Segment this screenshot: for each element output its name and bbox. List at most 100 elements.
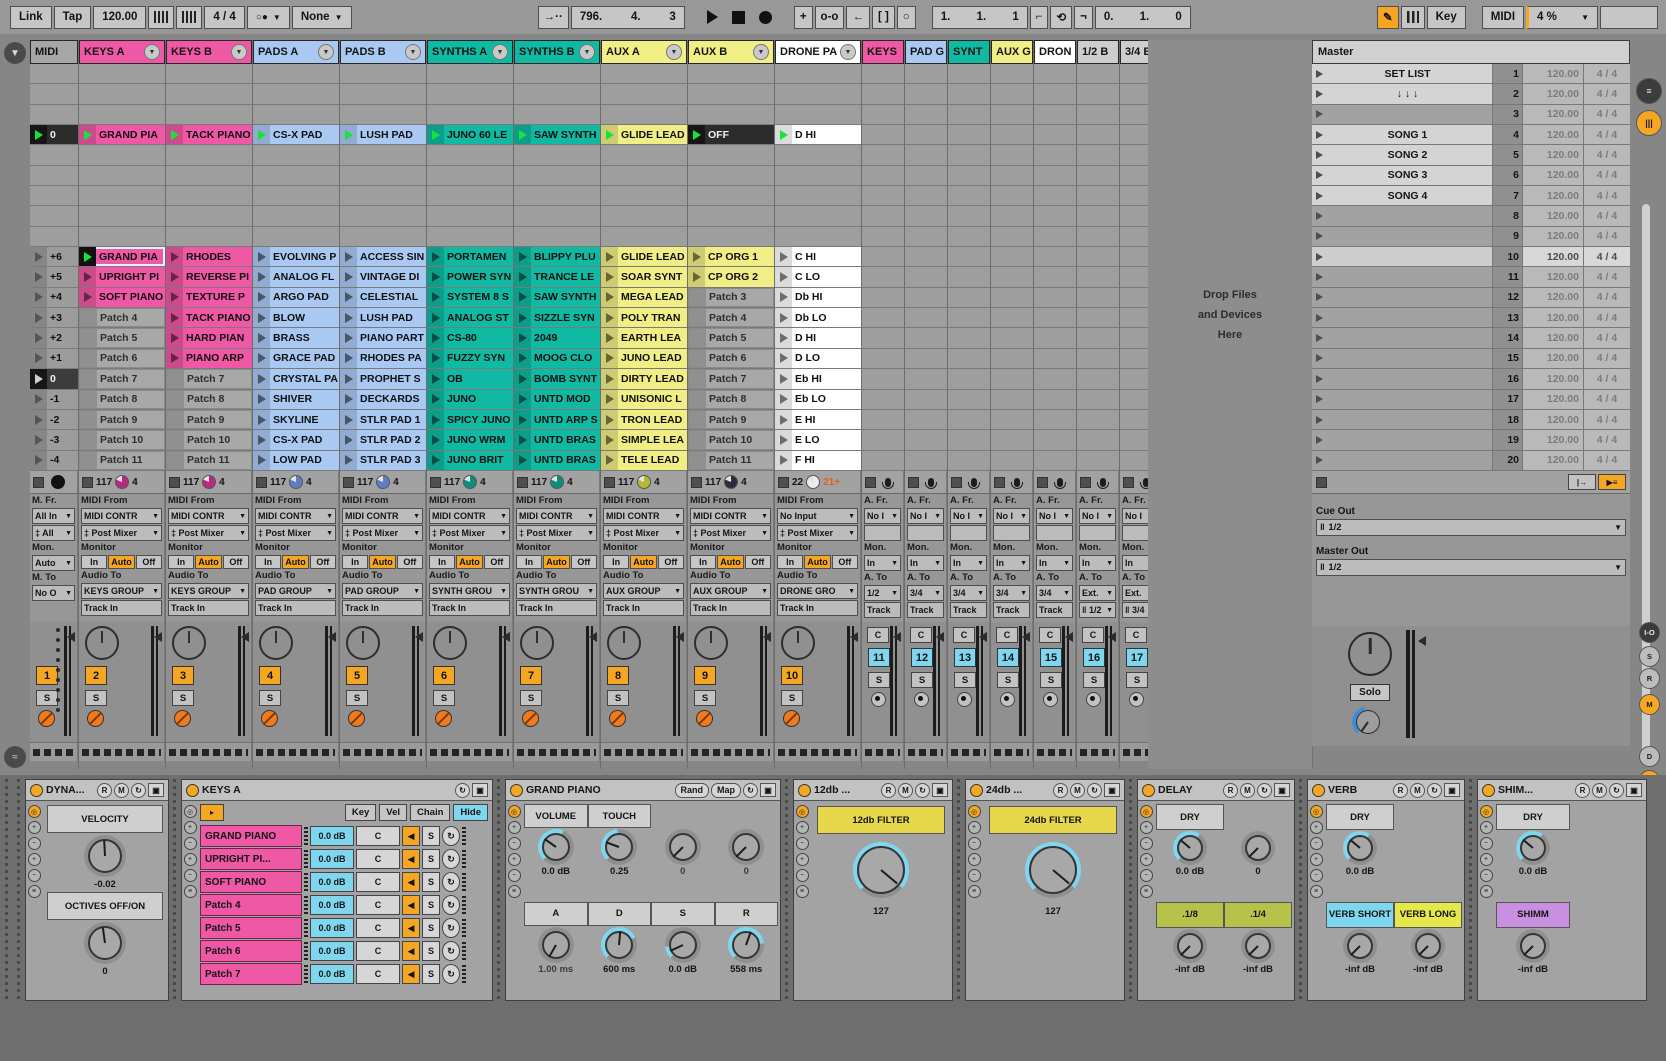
back-to-arrangement-icon[interactable]: ← — [846, 6, 870, 29]
chain-speaker-icon[interactable]: ◀ — [402, 872, 420, 892]
volume-fader[interactable] — [496, 626, 508, 736]
clip[interactable]: CP ORG 1 — [688, 247, 774, 266]
scene-follow-box[interactable]: ▶≡ — [1598, 474, 1626, 490]
clip[interactable]: CS-X PAD — [253, 430, 339, 449]
io-chooser[interactable]: Track — [993, 602, 1030, 618]
time-signature-field[interactable]: 4 / 4 — [204, 6, 244, 29]
empty-clip-slot[interactable] — [862, 390, 904, 409]
clip[interactable]: REVERSE PI — [166, 267, 252, 286]
clip-launch-button[interactable] — [167, 411, 184, 428]
clip-launch-button[interactable] — [689, 411, 706, 428]
save-preset-icon[interactable]: ▣ — [932, 783, 948, 797]
chain-hotswap-icon[interactable]: ↻ — [442, 895, 460, 915]
stop-button[interactable] — [726, 6, 751, 29]
scene-tempo[interactable]: 120.00 — [1523, 349, 1584, 368]
rail-icon-5[interactable]: ≡ — [28, 885, 41, 898]
clip-launch-button[interactable] — [688, 267, 705, 286]
empty-clip-slot[interactable] — [948, 186, 990, 205]
io-chooser[interactable]: No O▼ — [32, 585, 75, 601]
empty-clip-slot[interactable] — [948, 145, 990, 164]
solo-button[interactable]: S — [259, 690, 281, 706]
clip-launch-button[interactable] — [427, 369, 444, 388]
device-knob[interactable] — [84, 922, 126, 964]
chain-row[interactable]: GRAND PIANO0.0 dBC◀S↻ — [200, 825, 488, 847]
clip[interactable]: C HI — [775, 247, 861, 266]
io-chooser[interactable]: In▼ — [993, 555, 1030, 571]
clip[interactable]: BOMB SYNT — [514, 369, 600, 388]
clip-stop-button[interactable] — [951, 477, 962, 488]
track-header[interactable]: KEYS A▼ — [79, 40, 165, 64]
empty-slot[interactable] — [47, 227, 78, 246]
clip-launch-button[interactable] — [689, 350, 706, 367]
fader-handle[interactable] — [415, 632, 423, 642]
clip[interactable]: SYSTEM 8 S — [427, 288, 513, 307]
clip-launch-button[interactable] — [166, 125, 183, 144]
clip[interactable]: +3 — [30, 308, 78, 327]
clip-launch-button[interactable] — [253, 125, 270, 144]
clip-launch-button[interactable] — [30, 308, 47, 327]
clip[interactable]: SAW SYNTH — [514, 125, 600, 144]
empty-clip-slot[interactable] — [1077, 84, 1119, 103]
clip[interactable]: RHODES — [166, 247, 252, 266]
empty-clip-slot[interactable] — [862, 288, 904, 307]
clip-launch-button[interactable] — [775, 369, 792, 388]
scene-row[interactable]: SET LIST1120.004 / 4 — [1312, 64, 1630, 84]
device-knob[interactable] — [84, 835, 126, 877]
io-chooser[interactable] — [864, 525, 901, 541]
empty-clip-slot[interactable] — [862, 349, 904, 368]
scene-tempo[interactable]: 120.00 — [1523, 247, 1584, 266]
clip[interactable]: Db LO — [775, 308, 861, 327]
empty-clip-slot[interactable] — [427, 145, 513, 164]
track-delay-cell[interactable] — [948, 743, 990, 761]
monitor-auto-button[interactable]: Auto — [456, 555, 482, 569]
scene-row[interactable]: SONG 47120.004 / 4 — [1312, 186, 1630, 206]
empty-clip-slot[interactable] — [948, 125, 990, 144]
io-chooser[interactable]: ‡ Post Mixer▼ — [81, 525, 162, 541]
track-delay-cell[interactable] — [601, 743, 687, 761]
empty-clip-slot[interactable] — [166, 105, 252, 124]
clip-launch-button[interactable] — [79, 267, 96, 286]
clip[interactable]: 0 — [30, 369, 78, 388]
empty-clip-slot[interactable] — [601, 166, 687, 185]
clip[interactable]: -1 — [30, 390, 78, 409]
clip[interactable]: Patch 9 — [166, 410, 252, 429]
empty-clip-slot[interactable] — [340, 145, 426, 164]
clip[interactable]: Patch 9 — [688, 410, 774, 429]
empty-clip-slot[interactable] — [862, 105, 904, 124]
scene-row[interactable]: SONG 25120.004 / 4 — [1312, 145, 1630, 165]
clip-launch-button[interactable] — [30, 267, 47, 286]
rail-icon-2[interactable]: − — [508, 837, 521, 850]
empty-clip-slot[interactable] — [427, 105, 513, 124]
empty-clip-slot[interactable] — [991, 451, 1033, 470]
clip-launch-button[interactable] — [775, 451, 792, 470]
clip[interactable]: JUNO LEAD — [601, 349, 687, 368]
clip-launch-button[interactable] — [80, 350, 97, 367]
empty-clip-slot[interactable] — [948, 84, 990, 103]
clip-launch-button[interactable] — [30, 451, 47, 470]
scene-row[interactable]: 8120.004 / 4 — [1312, 206, 1630, 226]
empty-clip-slot[interactable] — [862, 369, 904, 388]
track-header[interactable]: SYNTHS B▼ — [514, 40, 600, 64]
clip-launch-button[interactable] — [253, 390, 270, 409]
empty-clip-slot[interactable] — [601, 227, 687, 246]
link-button[interactable]: Link — [10, 6, 52, 29]
clip-launch-button[interactable] — [253, 328, 270, 347]
chain-volume[interactable]: 0.0 dB — [310, 964, 354, 984]
io-chooser[interactable]: ‡ Post Mixer▼ — [690, 525, 771, 541]
fx-value[interactable]: 0.0 dB — [1519, 866, 1548, 877]
device-drag-handle[interactable] — [494, 779, 504, 1001]
empty-clip-slot[interactable] — [862, 206, 904, 225]
clip[interactable]: Patch 6 — [688, 349, 774, 368]
clip-launch-button[interactable] — [340, 390, 357, 409]
device-drag-handle[interactable] — [1126, 779, 1136, 1001]
solo-button[interactable]: S — [85, 690, 107, 706]
macro-value[interactable]: 0 — [680, 866, 685, 877]
empty-clip-slot[interactable] — [862, 125, 904, 144]
fader-handle[interactable] — [763, 632, 771, 642]
io-chooser[interactable]: 3/4▼ — [907, 585, 944, 601]
clip-stop-button[interactable] — [778, 477, 789, 488]
track-header[interactable]: DRONE PA▼ — [775, 40, 861, 64]
clip[interactable]: -3 — [30, 430, 78, 449]
empty-clip-slot[interactable] — [1034, 308, 1076, 327]
empty-clip-slot[interactable] — [166, 206, 252, 225]
